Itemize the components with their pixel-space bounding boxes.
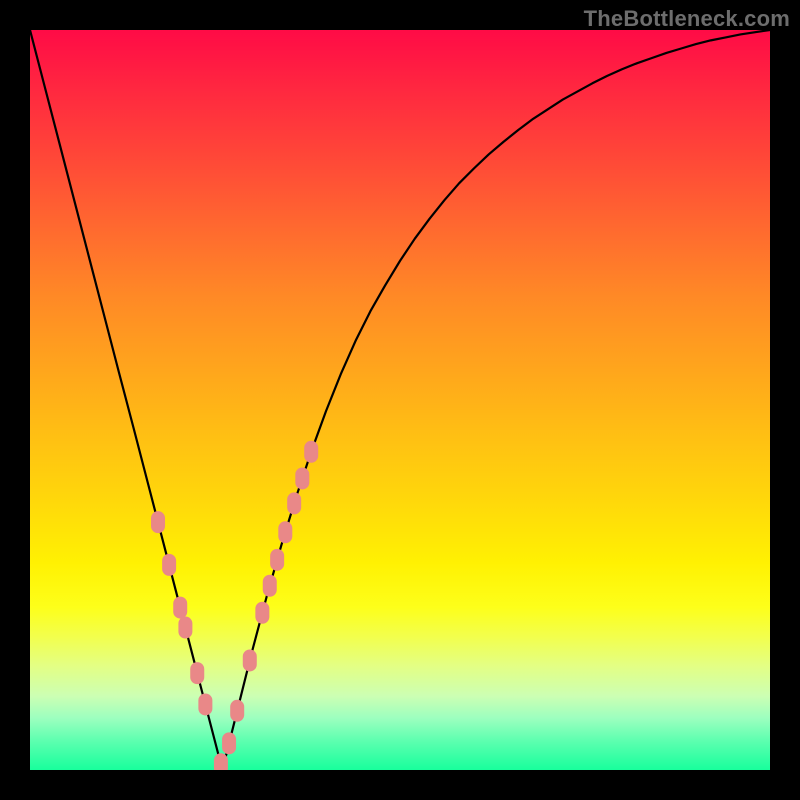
chart-hit-area[interactable] [30, 30, 770, 770]
bottleneck-chart: TheBottleneck.com [0, 0, 800, 800]
watermark-label: TheBottleneck.com [584, 6, 790, 32]
